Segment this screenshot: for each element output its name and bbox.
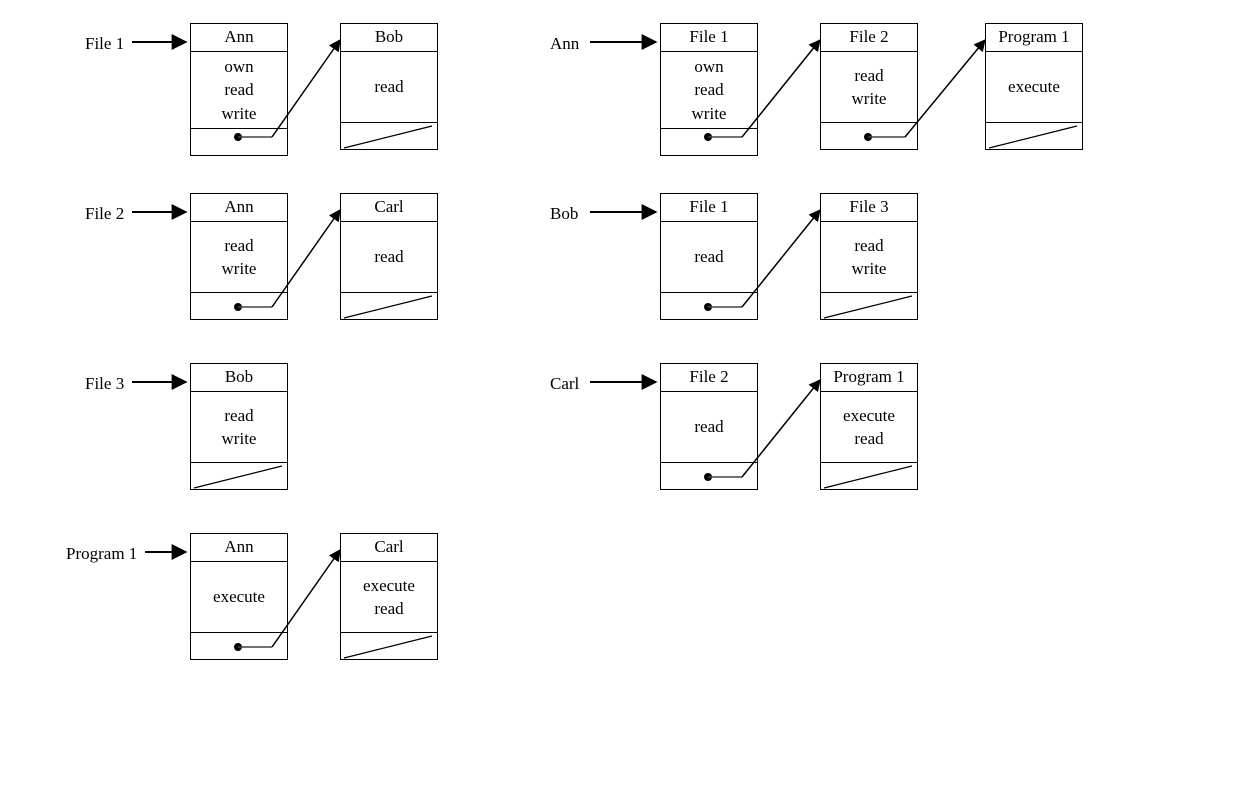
right-row-0-node-1: File 2 read write: [820, 23, 918, 150]
node-perms: read write: [191, 392, 287, 463]
node-next: [821, 293, 917, 319]
node-title: Program 1: [986, 24, 1082, 52]
node-next: [341, 293, 437, 319]
node-next: [341, 633, 437, 659]
right-row-2-node-0: File 2 read: [660, 363, 758, 490]
node-title: Ann: [191, 534, 287, 562]
node-title: File 1: [661, 24, 757, 52]
node-next: [191, 293, 287, 319]
node-title: Ann: [191, 194, 287, 222]
right-row-1-node-0: File 1 read: [660, 193, 758, 320]
node-next: [191, 463, 287, 489]
node-next: [986, 123, 1082, 149]
node-title: Bob: [341, 24, 437, 52]
diagram-canvas: File 1 Ann own read write Bob read File …: [0, 0, 1240, 792]
node-next: [191, 633, 287, 659]
right-row-1-node-1: File 3 read write: [820, 193, 918, 320]
node-perms: execute: [986, 52, 1082, 123]
left-row-1-node-0: Ann read write: [190, 193, 288, 320]
node-perms: read write: [821, 52, 917, 123]
node-title: Bob: [191, 364, 287, 392]
left-row-0-node-1: Bob read: [340, 23, 438, 150]
node-perms: read: [661, 392, 757, 463]
left-row-3-node-1: Carl execute read: [340, 533, 438, 660]
node-title: Carl: [341, 194, 437, 222]
node-perms: read: [341, 52, 437, 123]
left-row-1-node-1: Carl read: [340, 193, 438, 320]
node-next: [661, 293, 757, 319]
right-row-0-label: Ann: [550, 34, 579, 54]
left-row-2-label: File 3: [85, 374, 124, 394]
node-title: File 1: [661, 194, 757, 222]
node-perms: execute: [191, 562, 287, 633]
node-next: [341, 123, 437, 149]
node-title: File 3: [821, 194, 917, 222]
node-title: Ann: [191, 24, 287, 52]
node-perms: read write: [821, 222, 917, 293]
right-row-1-label: Bob: [550, 204, 578, 224]
left-row-2-node-0: Bob read write: [190, 363, 288, 490]
right-row-2-node-1: Program 1 execute read: [820, 363, 918, 490]
node-perms: read: [341, 222, 437, 293]
left-row-1-label: File 2: [85, 204, 124, 224]
left-row-3-node-0: Ann execute: [190, 533, 288, 660]
node-next: [821, 123, 917, 149]
node-perms: read write: [191, 222, 287, 293]
node-title: File 2: [821, 24, 917, 52]
node-next: [191, 129, 287, 155]
node-next: [821, 463, 917, 489]
node-title: Carl: [341, 534, 437, 562]
node-next: [661, 129, 757, 155]
node-perms: own read write: [191, 52, 287, 129]
left-row-0-label: File 1: [85, 34, 124, 54]
node-title: Program 1: [821, 364, 917, 392]
right-row-0-node-0: File 1 own read write: [660, 23, 758, 156]
node-title: File 2: [661, 364, 757, 392]
right-row-2-label: Carl: [550, 374, 579, 394]
node-next: [661, 463, 757, 489]
node-perms: execute read: [341, 562, 437, 633]
right-row-0-node-2: Program 1 execute: [985, 23, 1083, 150]
node-perms: execute read: [821, 392, 917, 463]
node-perms: read: [661, 222, 757, 293]
left-row-0-node-0: Ann own read write: [190, 23, 288, 156]
node-perms: own read write: [661, 52, 757, 129]
left-row-3-label: Program 1: [66, 544, 137, 564]
